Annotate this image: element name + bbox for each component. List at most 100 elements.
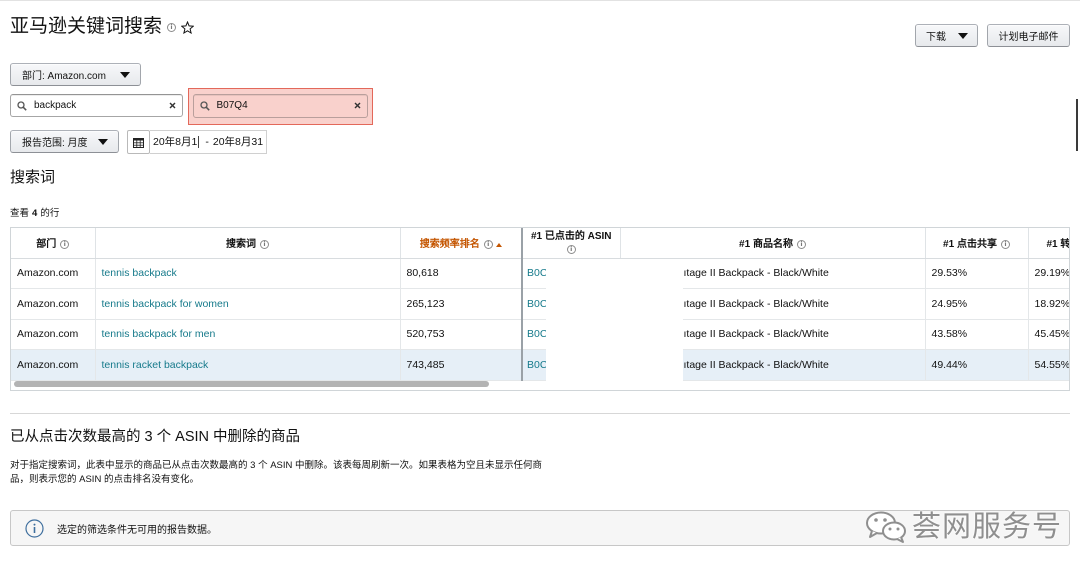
sort-ascending-icon xyxy=(495,242,502,247)
department-cell: Amazon.com xyxy=(11,319,96,350)
info-icon[interactable] xyxy=(1000,240,1010,250)
column-label: #1 转 xyxy=(1046,239,1070,251)
close-icon[interactable] xyxy=(354,102,361,109)
column-label: #1 商品名称 xyxy=(739,239,793,251)
search-icon xyxy=(17,100,27,111)
date-range-picker[interactable]: 20年8月1-20年8月31 xyxy=(127,130,267,154)
column-label: 搜索频率排名 xyxy=(419,239,480,251)
keyword-search-field[interactable] xyxy=(10,94,183,117)
search-terms-table: 部门 搜索词 搜索频率排名 #1 已点击的 ASIN #1 商品名称 #1 点击… xyxy=(10,227,1070,391)
search-term-link[interactable]: tennis backpack for men xyxy=(102,328,216,340)
department-dropdown[interactable]: 部门: Amazon.com xyxy=(10,63,141,86)
conversion-share-cell: 45.45% xyxy=(1028,319,1069,350)
date-start[interactable]: 20年8月1 xyxy=(153,136,197,148)
search-term-cell: tennis backpack for women xyxy=(95,288,401,320)
column-header-search-term[interactable]: 搜索词 xyxy=(95,228,401,259)
asin-search-input[interactable] xyxy=(216,96,350,115)
search-frequency-rank-cell: 80,618 xyxy=(400,258,523,289)
search-term-cell: tennis racket backpack xyxy=(95,349,401,381)
alert-text: 选定的筛选条件无可用的报告数据。 xyxy=(57,524,217,536)
caret-down-icon xyxy=(958,32,968,39)
search-term-link[interactable]: tennis racket backpack xyxy=(102,359,209,371)
column-label: #1 已点击的 ASIN xyxy=(530,230,612,242)
search-term-cell: tennis backpack for men xyxy=(95,319,401,350)
calendar-icon xyxy=(133,137,144,148)
star-icon[interactable] xyxy=(181,20,195,34)
row-count-value: 4 xyxy=(32,208,38,219)
wechat-logo-icon xyxy=(864,510,908,544)
click-share-cell: 29.53% xyxy=(925,258,1029,289)
text-cursor xyxy=(198,136,200,149)
scrollbar[interactable] xyxy=(1076,99,1078,151)
column-header-conversion-share[interactable]: #1 转 xyxy=(1028,228,1070,259)
info-icon[interactable] xyxy=(260,240,269,250)
department-label: 部门: Amazon.com xyxy=(22,71,106,82)
conversion-share-cell: 29.19% xyxy=(1028,258,1069,289)
asin-link[interactable]: B0C xyxy=(527,298,547,310)
calendar-button[interactable] xyxy=(127,130,150,154)
click-share-cell: 49.44% xyxy=(925,349,1029,381)
table-row-selected[interactable]: Amazon.com tennis racket backpack 743,48… xyxy=(11,349,1069,381)
asin-search-field[interactable] xyxy=(192,93,368,118)
department-cell: Amazon.com xyxy=(11,288,96,320)
removed-items-heading: 已从点击次数最高的 3 个 ASIN 中删除的商品 xyxy=(10,429,301,445)
schedule-email-label: 计划电子邮件 xyxy=(998,32,1059,43)
asin-link[interactable]: B0C xyxy=(527,328,547,340)
column-header-click-share[interactable]: #1 点击共享 xyxy=(925,228,1029,259)
section-divider xyxy=(10,413,1070,414)
search-frequency-rank-cell: 520,753 xyxy=(400,319,523,350)
watermark-text: 荟网服务号 xyxy=(912,511,1063,543)
info-icon[interactable] xyxy=(566,244,576,254)
info-icon[interactable] xyxy=(167,22,177,32)
conversion-share-cell: 18.92% xyxy=(1028,288,1069,320)
page-header: 亚马逊关键词搜索 xyxy=(10,14,195,40)
description-line: 品，则表示您的 ASIN 的点击排名没有变化。 xyxy=(10,474,199,485)
column-header-product-name[interactable]: #1 商品名称 xyxy=(620,228,926,259)
watermark: 荟网服务号 xyxy=(864,509,1074,545)
date-end[interactable]: 20年8月31 xyxy=(213,136,263,148)
schedule-email-button[interactable]: 计划电子邮件 xyxy=(987,24,1070,47)
keyword-search-input[interactable] xyxy=(34,96,165,115)
asin-link[interactable]: B0C xyxy=(527,267,547,279)
search-term-link[interactable]: tennis backpack for women xyxy=(102,298,229,310)
column-header-department[interactable]: 部门 xyxy=(11,228,96,259)
info-icon[interactable] xyxy=(796,240,806,250)
table-row[interactable]: Amazon.com tennis backpack for men 520,7… xyxy=(11,319,1069,350)
column-header-clicked-asin[interactable]: #1 已点击的 ASIN xyxy=(521,228,621,259)
table-row[interactable]: Amazon.com tennis backpack 80,618 B0C ıt… xyxy=(11,258,1069,289)
date-separator: - xyxy=(205,136,209,148)
close-icon[interactable] xyxy=(169,102,176,109)
results-table: 部门 搜索词 搜索频率排名 #1 已点击的 ASIN #1 商品名称 #1 点击… xyxy=(11,228,1070,381)
description-line: 对于指定搜索词，此表中显示的商品已从点击次数最高的 3 个 ASIN 中删除。该… xyxy=(10,460,543,471)
info-icon[interactable] xyxy=(60,240,70,250)
download-label: 下载 xyxy=(926,32,946,43)
department-cell: Amazon.com xyxy=(11,258,96,289)
column-header-search-frequency-rank[interactable]: 搜索频率排名 xyxy=(400,228,523,259)
report-range-label: 报告范围: 月度 xyxy=(22,138,88,149)
caret-down-icon xyxy=(120,71,130,78)
search-term-cell: tennis backpack xyxy=(95,258,401,289)
date-range-text[interactable]: 20年8月1-20年8月31 xyxy=(150,130,267,154)
column-label: 搜索词 xyxy=(226,239,256,251)
conversion-share-cell: 54.55% xyxy=(1028,349,1069,381)
redaction-box xyxy=(546,259,683,381)
info-icon[interactable] xyxy=(483,240,493,250)
search-term-link[interactable]: tennis backpack xyxy=(102,267,177,279)
row-count-suffix: 的行 xyxy=(40,208,60,219)
highlight-box xyxy=(188,88,373,125)
download-button[interactable]: 下载 xyxy=(915,24,978,47)
caret-down-icon xyxy=(98,138,108,145)
asin-link[interactable]: B0C xyxy=(527,359,547,371)
department-cell: Amazon.com xyxy=(11,349,96,381)
horizontal-scrollbar[interactable] xyxy=(14,381,489,387)
click-share-cell: 24.95% xyxy=(925,288,1029,320)
search-icon xyxy=(199,100,210,111)
report-range-dropdown[interactable]: 报告范围: 月度 xyxy=(10,130,119,153)
page-title: 亚马逊关键词搜索 xyxy=(10,16,163,37)
table-header-row: 部门 搜索词 搜索频率排名 #1 已点击的 ASIN #1 商品名称 #1 点击… xyxy=(11,228,1070,259)
table-row[interactable]: Amazon.com tennis backpack for women 265… xyxy=(11,288,1069,320)
row-count: 查看 4 的行 xyxy=(10,208,59,220)
search-frequency-rank-cell: 265,123 xyxy=(400,288,523,320)
row-count-prefix: 查看 xyxy=(10,208,30,219)
top-border xyxy=(0,0,1080,1)
